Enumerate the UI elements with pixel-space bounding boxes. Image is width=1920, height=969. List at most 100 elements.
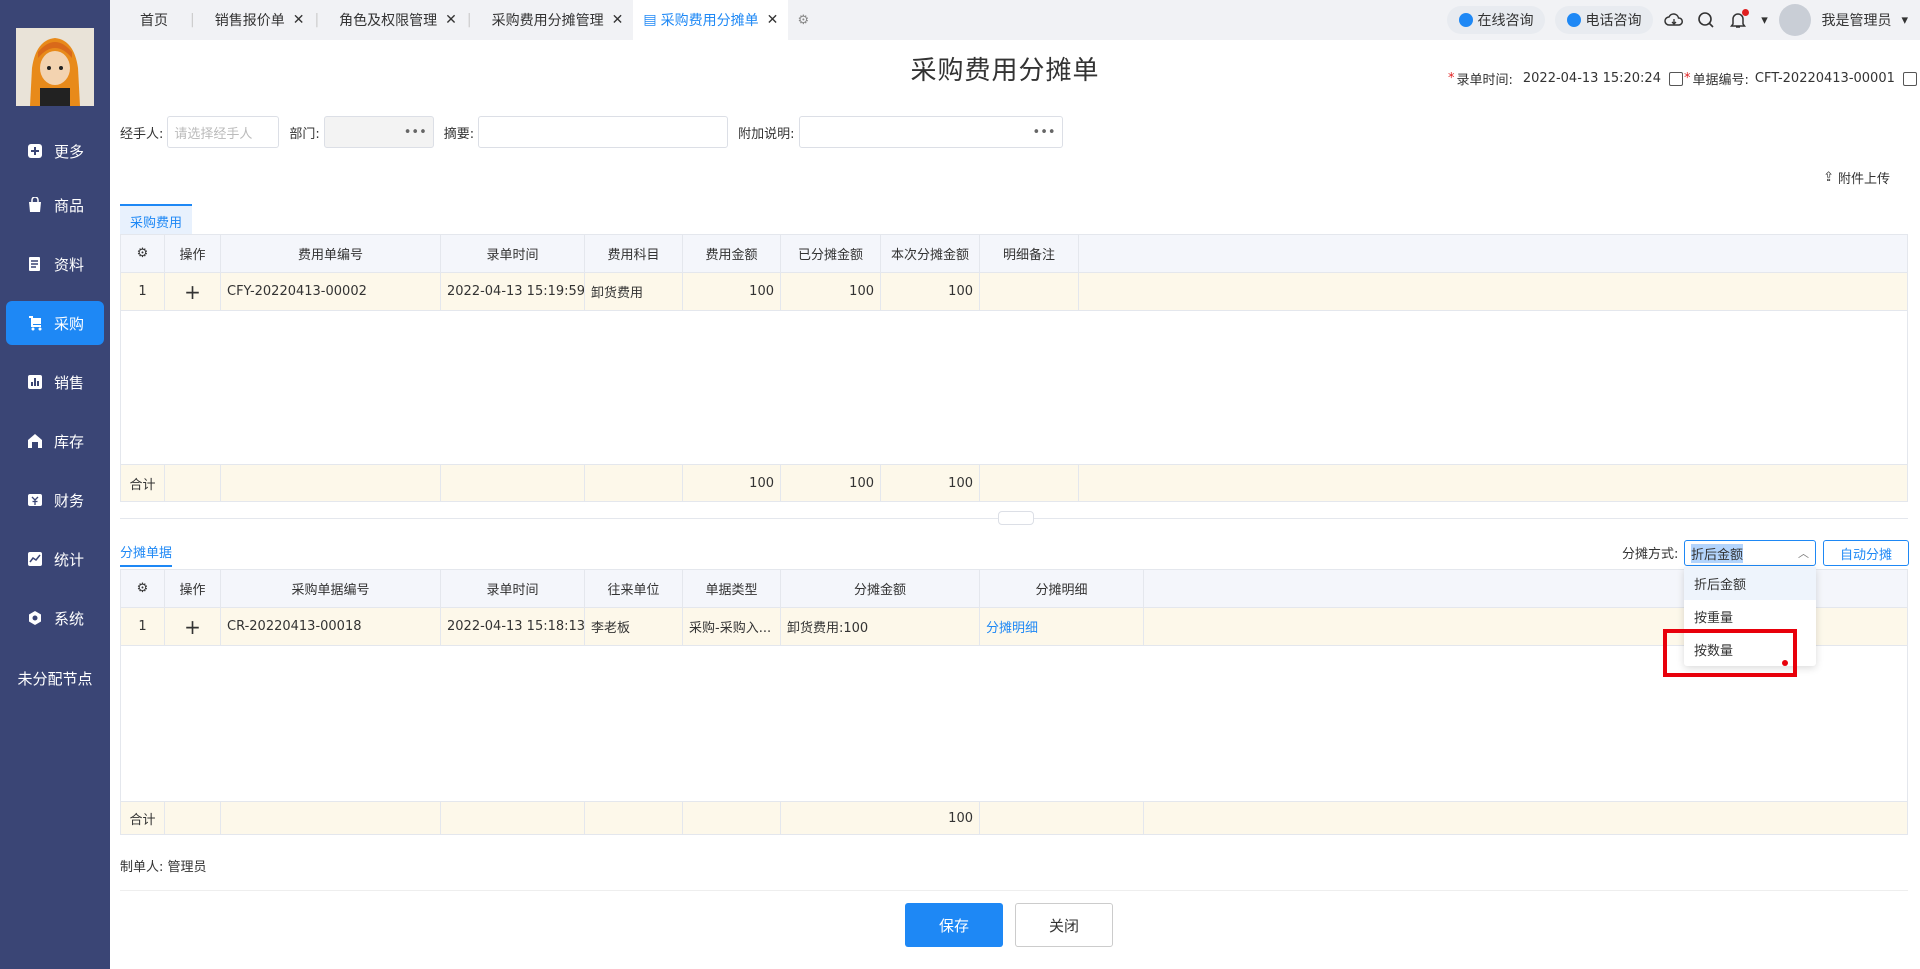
edit-icon[interactable] [1668, 71, 1683, 86]
top-right-tools: 在线咨询 电话咨询 ▾ 我是管理员 ▾ [1447, 0, 1920, 40]
add-row-icon[interactable]: + [165, 273, 221, 310]
document-icon [26, 255, 44, 273]
splitter-handle[interactable] [998, 511, 1034, 525]
doc-no-meta: * 单据编号: CFT-20220413-00001 [1684, 69, 1917, 88]
user-name[interactable]: 我是管理员 [1821, 10, 1891, 30]
add-row-icon[interactable]: + [165, 608, 221, 645]
sum-label: 合计 [121, 465, 165, 501]
upload-attachment-button[interactable]: ⇪ 附件上传 [1823, 168, 1890, 187]
nav-item-system[interactable]: 系统 [6, 596, 104, 640]
user-avatar[interactable] [1779, 4, 1812, 36]
nav-item-inventory[interactable]: 库存 [6, 419, 104, 463]
summary-input[interactable] [478, 116, 729, 148]
gear-icon[interactable]: ⚙ [788, 0, 818, 40]
tab-home[interactable]: 首页 | [110, 0, 205, 40]
column-header: 分摊金额 [781, 570, 980, 607]
search-icon[interactable] [1695, 9, 1717, 31]
column-header: 本次分摊金额 [881, 235, 980, 272]
close-icon[interactable]: ✕ [612, 12, 624, 28]
tab-cost[interactable]: 采购费用 [120, 204, 193, 237]
column-header: 采购单据编号 [221, 570, 441, 607]
sum-current: 100 [881, 465, 980, 501]
phone-consult-button[interactable]: 电话咨询 [1555, 6, 1654, 34]
table-row[interactable]: 1 + CR-20220413-00018 2022-04-13 15:18:1… [121, 608, 1907, 646]
more-icon[interactable]: ••• [1033, 125, 1056, 140]
tab-label: 采购费用分摊单 [660, 13, 759, 29]
doc-no-value: CFT-20220413-00001 [1754, 71, 1895, 86]
column-header: 费用单编号 [221, 235, 441, 272]
alloc-detail-link[interactable]: 分摊明细 [980, 608, 1144, 645]
chevron-down-icon[interactable]: ▾ [1759, 9, 1769, 31]
avatar[interactable] [16, 28, 94, 106]
nav-item-purchase[interactable]: 采购 [6, 301, 104, 345]
subject-cell: 卸货费用 [585, 273, 683, 310]
table-empty-area [121, 646, 1907, 802]
handler-input[interactable]: 请选择经手人 [167, 116, 280, 148]
cost-code-cell[interactable]: CFY-20220413-00002 [221, 273, 441, 310]
cloud-download-icon[interactable] [1663, 9, 1685, 31]
phone-icon [1567, 13, 1582, 27]
edit-icon[interactable] [1902, 71, 1917, 86]
column-header: 单据类型 [683, 570, 781, 607]
column-header: 费用金额 [683, 235, 781, 272]
yen-icon [26, 491, 44, 509]
column-header: 录单时间 [441, 235, 585, 272]
more-icon[interactable]: ••• [404, 125, 427, 140]
cart-icon [26, 314, 44, 332]
settings-icon[interactable]: ⚙ [121, 235, 165, 272]
close-icon[interactable]: ✕ [445, 12, 457, 28]
warehouse-icon [26, 432, 44, 450]
extra-input[interactable]: ••• [798, 116, 1063, 148]
table-empty-area [121, 311, 1907, 465]
column-header: 已分摊金额 [781, 235, 881, 272]
online-consult-button[interactable]: 在线咨询 [1447, 6, 1546, 34]
sum-label: 合计 [121, 802, 165, 834]
purchase-code-cell[interactable]: CR-20220413-00018 [221, 608, 441, 645]
tab-cost-alloc-mgmt[interactable]: 采购费用分摊管理 ✕ [482, 0, 634, 40]
column-header: 明细备注 [980, 235, 1079, 272]
table-row[interactable]: 1 + CFY-20220413-00002 2022-04-13 15:19:… [121, 273, 1907, 311]
header-form: 经手人: 请选择经手人 部门: ••• 摘要: 附加说明: ••• [120, 116, 1063, 148]
close-icon[interactable]: ✕ [293, 12, 305, 28]
nav-label: 统计 [54, 550, 85, 569]
plus-square-icon [26, 142, 44, 160]
column-header: 费用科目 [585, 235, 683, 272]
tab-roles[interactable]: 角色及权限管理 ✕ | [329, 0, 481, 40]
online-consult-label: 在线咨询 [1477, 13, 1534, 29]
column-header: 操作 [165, 235, 221, 272]
chevron-up-icon: ︿ [1798, 547, 1809, 560]
settings-icon[interactable]: ⚙ [121, 570, 165, 607]
nav-item-finance[interactable]: 财务 [6, 478, 104, 522]
dept-input[interactable]: ••• [323, 116, 434, 148]
nav-item-unassigned[interactable]: 未分配节点 [0, 668, 110, 689]
bell-icon[interactable] [1727, 9, 1750, 31]
summary-label: 摘要: [443, 126, 475, 142]
note-cell[interactable] [980, 273, 1079, 310]
nav-item-data[interactable]: 资料 [6, 242, 104, 286]
chevron-down-icon[interactable]: ▾ [1901, 13, 1908, 28]
tab-cost-alloc[interactable]: ▤ 采购费用分摊单 ✕ [633, 0, 789, 40]
alloc-mode-select[interactable]: 折后金额 ︿ [1684, 540, 1816, 566]
nav-item-more[interactable]: 更多 [6, 129, 104, 173]
tab-sales-quote[interactable]: 销售报价单 ✕ | [205, 0, 329, 40]
nav-label: 库存 [54, 432, 85, 451]
sum-amount: 100 [683, 465, 781, 501]
option-discounted-amount[interactable]: 折后金额 [1684, 567, 1816, 600]
auto-allocate-button[interactable]: 自动分摊 [1823, 540, 1909, 566]
sum-amount: 100 [781, 802, 980, 834]
sidebar: 更多 商品 资料 采购 销售 库存 财务 统计 系统 未分配节点 [0, 0, 110, 969]
entry-time-cell: 2022-04-13 15:18:13 [441, 608, 585, 645]
close-icon[interactable]: ✕ [767, 12, 779, 28]
nav-item-sales[interactable]: 销售 [6, 360, 104, 404]
save-button[interactable]: 保存 [905, 903, 1003, 947]
tab-alloc-docs[interactable]: 分摊单据 [120, 542, 173, 567]
nav-label: 采购 [54, 314, 85, 333]
nav-label: 财务 [54, 491, 85, 510]
doc-type-cell: 采购-采购入... [683, 608, 781, 645]
nav-item-stats[interactable]: 统计 [6, 537, 104, 581]
table-header: ⚙ 操作 费用单编号 录单时间 费用科目 费用金额 已分摊金额 本次分摊金额 明… [121, 235, 1907, 273]
partner-cell: 李老板 [585, 608, 683, 645]
current-alloc-cell[interactable]: 100 [881, 273, 980, 310]
nav-item-goods[interactable]: 商品 [6, 183, 104, 227]
close-button[interactable]: 关闭 [1015, 903, 1113, 947]
